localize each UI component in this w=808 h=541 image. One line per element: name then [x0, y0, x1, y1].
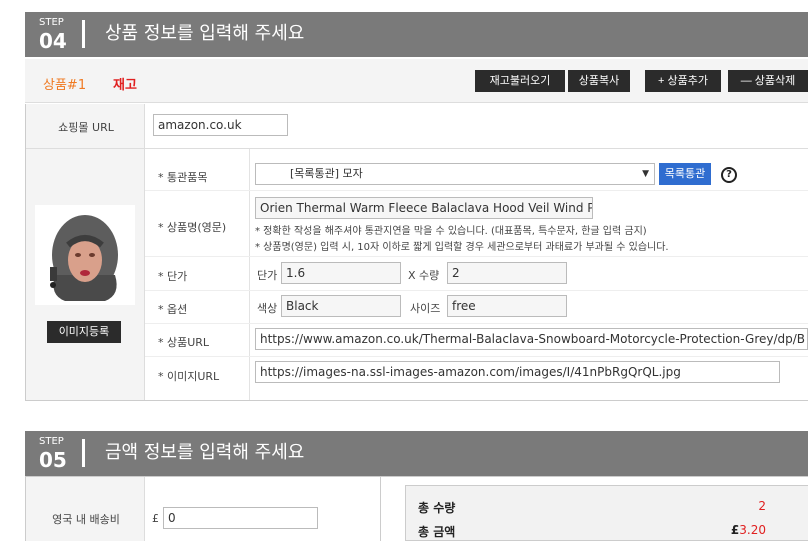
- unit-price-label: 단가: [257, 269, 278, 282]
- product-name-note-1: * 정확한 작성을 해주셔야 통관지연을 막을 수 있습니다. (대표품목, 특…: [255, 226, 647, 237]
- customs-selected-value: [목록통관] 모자: [290, 167, 363, 180]
- customs-list-button[interactable]: 목록통관: [659, 163, 711, 185]
- shipping-currency-label: £: [152, 512, 159, 525]
- total-amount-number: 3.20: [739, 523, 766, 537]
- size-label: 사이즈: [410, 302, 441, 315]
- total-amount-value: £3.20: [731, 523, 766, 537]
- shipping-label-cell: 영국 내 배송비: [25, 477, 145, 541]
- row-divider: [145, 190, 808, 191]
- chevron-down-icon: ▼: [642, 169, 649, 179]
- shipping-fee-input[interactable]: 0: [163, 507, 318, 529]
- step-number: 04: [39, 29, 67, 53]
- item-toolbar: 상품#1 재고 재고불러오기 상품복사 + 상품추가 — 상품삭제: [25, 59, 808, 103]
- product-name-input[interactable]: Orien Thermal Warm Fleece Balaclava Hood…: [255, 197, 593, 219]
- color-input[interactable]: Black: [281, 295, 401, 317]
- color-label: 색상: [257, 302, 278, 315]
- add-item-button[interactable]: + 상품추가: [645, 70, 721, 92]
- quantity-input[interactable]: 2: [447, 262, 567, 284]
- product-url-label: * 상품URL: [158, 336, 210, 349]
- row-divider: [145, 290, 808, 291]
- row-divider: [25, 476, 808, 477]
- step-divider: [82, 20, 85, 48]
- summary-box: 총 수량 2 총 금액 £3.20: [405, 485, 808, 541]
- unit-price-input[interactable]: 1.6: [281, 262, 401, 284]
- delete-item-button[interactable]: — 상품삭제: [728, 70, 808, 92]
- step-label: STEP: [39, 17, 64, 28]
- register-image-button[interactable]: 이미지등록: [47, 321, 121, 343]
- product-name-label: * 상품명(영문): [158, 221, 227, 234]
- customs-select[interactable]: [목록통관] 모자 ▼: [255, 163, 655, 185]
- quantity-label: X 수량: [408, 269, 440, 282]
- total-quantity-value: 2: [758, 499, 766, 513]
- total-amount-label: 총 금액: [418, 525, 456, 539]
- image-url-input[interactable]: https://images-na.ssl-images-amazon.com/…: [255, 361, 780, 383]
- help-icon[interactable]: ?: [721, 167, 737, 183]
- total-quantity-label: 총 수량: [418, 501, 456, 515]
- step-divider: [82, 439, 85, 467]
- copy-item-button[interactable]: 상품복사: [568, 70, 630, 92]
- shipping-label: 영국 내 배송비: [52, 513, 120, 526]
- row-divider: [145, 323, 808, 324]
- reload-stock-button[interactable]: 재고불러오기: [475, 70, 565, 92]
- row-divider: [145, 356, 808, 357]
- stock-label: 재고: [113, 78, 137, 93]
- size-input[interactable]: free: [447, 295, 567, 317]
- step-title: 금액 정보를 입력해 주세요: [105, 442, 305, 463]
- product-image: [35, 205, 135, 305]
- column-divider: [249, 149, 250, 400]
- customs-label: * 통관품목: [158, 171, 208, 184]
- image-url-label: * 이미지URL: [158, 370, 220, 383]
- balaclava-image: [50, 215, 118, 301]
- step-title: 상품 정보를 입력해 주세요: [105, 23, 305, 44]
- product-url-input[interactable]: https://www.amazon.co.uk/Thermal-Balacla…: [255, 328, 808, 350]
- step-number: 05: [39, 448, 67, 472]
- column-divider: [380, 477, 381, 541]
- row-divider: [145, 256, 808, 257]
- step-label: STEP: [39, 436, 64, 447]
- step-04-header: STEP 04 상품 정보를 입력해 주세요: [25, 12, 808, 57]
- product-name-note-2: * 상품명(영문) 입력 시, 10자 이하로 짧게 입력할 경우 세관으로부터…: [255, 242, 669, 253]
- item-label: 상품#1: [43, 78, 87, 93]
- step-05-header: STEP 05 금액 정보를 입력해 주세요: [25, 431, 808, 476]
- price-label: * 단가: [158, 270, 188, 283]
- option-label: * 옵션: [158, 303, 188, 316]
